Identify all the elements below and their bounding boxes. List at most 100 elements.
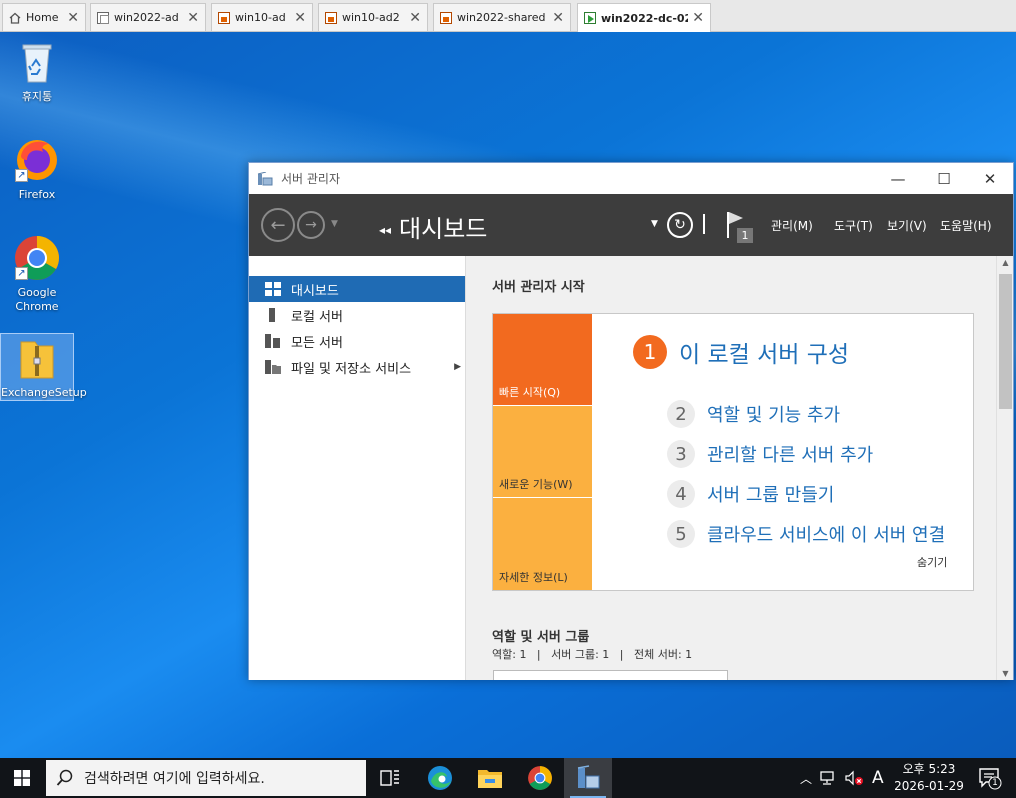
history-dropdown-icon[interactable]: ▼ [331,219,338,229]
window-titlebar[interactable]: 서버 관리자 — ☐ ✕ [249,163,1013,194]
local-server-icon [265,308,281,322]
desktop-icon-recycle-bin[interactable]: 휴지통 [0,38,74,104]
step-number: 4 [667,480,695,508]
menu-manage[interactable]: 관리(M) [771,217,813,234]
tile-quick-start[interactable]: 빠른 시작(Q) [493,314,592,405]
zip-folder-icon [13,334,61,382]
step-connect-cloud-services[interactable]: 5 클라우드 서비스에 이 서버 연결 [667,520,945,548]
tile-whats-new[interactable]: 새로운 기능(W) [493,406,592,497]
nav-item-local-server[interactable]: 로컬 서버 [249,302,465,328]
scrollbar-thumb[interactable] [999,274,1012,409]
scroll-up-icon[interactable]: ▲ [997,258,1014,267]
vm-tab-label: win10-ad [235,11,286,24]
hide-link[interactable]: 숨기기 [917,554,947,570]
vm-tab-win2022-ad[interactable]: win2022-ad ✕ [90,3,206,31]
taskbar-search-box[interactable]: 검색하려면 여기에 입력하세요. [46,760,366,796]
close-icon[interactable]: ✕ [552,10,564,26]
close-icon[interactable]: ✕ [67,10,79,26]
tile-label: 빠른 시작(Q) [499,386,561,399]
step-add-other-servers[interactable]: 3 관리할 다른 서버 추가 [667,440,873,468]
desktop-icon-label: 휴지통 [21,90,53,103]
vm-icon [97,11,109,24]
welcome-title: 서버 관리자 시작 [492,280,585,295]
taskbar-app-edge[interactable] [416,758,464,798]
nav-item-file-storage[interactable]: 파일 및 저장소 서비스 ▶ [249,354,465,380]
search-icon [56,769,73,786]
firefox-icon: ↗ [13,136,61,184]
step-label: 서버 그룹 만들기 [707,485,835,506]
notifications-flag-icon[interactable]: 1 [725,208,755,244]
nav-item-dashboard[interactable]: 대시보드 [249,276,465,302]
task-view-icon [380,770,399,786]
windows-vm-icon [325,11,337,24]
taskbar-app-file-explorer[interactable] [466,758,514,798]
step-add-roles-features[interactable]: 2 역할 및 기능 추가 [667,400,840,428]
clock-time: 오후 5:23 [902,762,956,776]
page-title: ◂◂ 대시보드 [379,209,487,244]
close-icon[interactable]: ✕ [409,10,421,26]
recycle-bin-icon [13,38,61,86]
nav-item-label: 로컬 서버 [291,309,343,325]
notification-badge-count: 1 [992,778,998,788]
menu-view[interactable]: 보기(V) [887,217,927,234]
vm-tab-label: win10-ad2 [342,11,400,24]
close-icon[interactable]: ✕ [187,10,199,26]
refresh-icon[interactable]: ↻ [667,212,693,238]
scroll-down-icon[interactable]: ▼ [997,669,1014,678]
vm-tab-win10-ad[interactable]: win10-ad ✕ [211,3,313,31]
maximize-button[interactable]: ☐ [921,163,967,194]
vertical-scrollbar[interactable]: ▲ ▼ [996,256,1013,680]
show-hidden-icons-chevron-icon[interactable]: ︿ [800,770,812,787]
clock-date: 2026-01-29 [894,779,964,793]
server-manager-window: 서버 관리자 — ☐ ✕ ← → ▼ ◂◂ 대시보드 ▼ ↻ 1 관리(M) 도구… [248,162,1014,680]
vm-tab-label: win2022-shared [457,11,546,24]
step-configure-local-server[interactable]: 1 이 로컬 서버 구성 [633,335,849,369]
desktop-icon-firefox[interactable]: ↗ Firefox [0,136,74,202]
left-navigation: 대시보드 로컬 서버 모든 서버 파일 및 저장소 서비스 ▶ [249,256,466,680]
windows-vm-icon [440,11,452,24]
dashboard-content: 서버 관리자 시작 빠른 시작(Q) 새로운 기능(W) 자세한 정보(L) 1… [466,256,996,680]
vm-tab-win10-ad2[interactable]: win10-ad2 ✕ [318,3,428,31]
tile-learn-more[interactable]: 자세한 정보(L) [493,498,592,590]
minimize-button[interactable]: — [875,163,921,194]
nav-item-label: 파일 및 저장소 서비스 [291,361,412,377]
vm-tab-bar: Home ✕ win2022-ad ✕ win10-ad ✕ win10-ad2… [0,0,1016,32]
task-view-button[interactable] [366,758,414,798]
close-icon[interactable]: ✕ [294,10,306,26]
vm-tab-win2022-dc-02[interactable]: win2022-dc-02 ✕ [577,3,711,32]
role-card[interactable] [493,670,728,680]
page-title-text: 대시보드 [399,215,488,243]
close-button[interactable]: ✕ [967,163,1013,194]
nav-item-all-servers[interactable]: 모든 서버 [249,328,465,354]
taskbar-clock[interactable]: 오후 5:23 2026-01-29 [888,761,970,795]
menu-help[interactable]: 도움말(H) [940,217,992,234]
network-icon[interactable] [820,770,838,786]
dropdown-arrow-icon[interactable]: ▼ [651,219,658,229]
roles-section-title: 역할 및 서버 그룹 [492,630,590,645]
volume-muted-icon[interactable] [844,770,864,786]
roles-summary: 역할: 1 | 서버 그룹: 1 | 전체 서버: 1 [492,648,693,661]
start-button[interactable] [0,758,44,798]
chrome-icon: ↗ [13,234,61,282]
close-icon[interactable]: ✕ [692,10,704,26]
forward-button[interactable]: → [297,211,325,239]
taskbar-app-server-manager[interactable] [564,758,612,798]
step-create-server-group[interactable]: 4 서버 그룹 만들기 [667,480,834,508]
separator [703,214,705,234]
desktop-icon-exchangesetup[interactable]: ExchangeSetup [0,333,87,401]
file-explorer-icon [478,770,502,788]
action-center-button[interactable]: 1 [978,766,1002,790]
windows-vm-icon [218,11,230,24]
vm-tab-home[interactable]: Home ✕ [2,3,86,31]
submenu-arrow-icon[interactable]: ▶ [454,362,461,372]
taskbar-app-chrome[interactable] [516,758,564,798]
step-label: 역할 및 기능 추가 [707,405,841,426]
back-button[interactable]: ← [261,208,295,242]
ime-indicator[interactable]: A [872,768,884,788]
vm-tab-win2022-shared[interactable]: win2022-shared ✕ [433,3,571,31]
step-label: 관리할 다른 서버 추가 [707,445,874,466]
desktop-icon-google-chrome[interactable]: ↗ Google Chrome [0,234,74,314]
desktop-icon-label: ExchangeSetup [1,386,87,399]
menu-tools[interactable]: 도구(T) [834,217,873,234]
vm-tab-label: win2022-ad [114,11,179,24]
